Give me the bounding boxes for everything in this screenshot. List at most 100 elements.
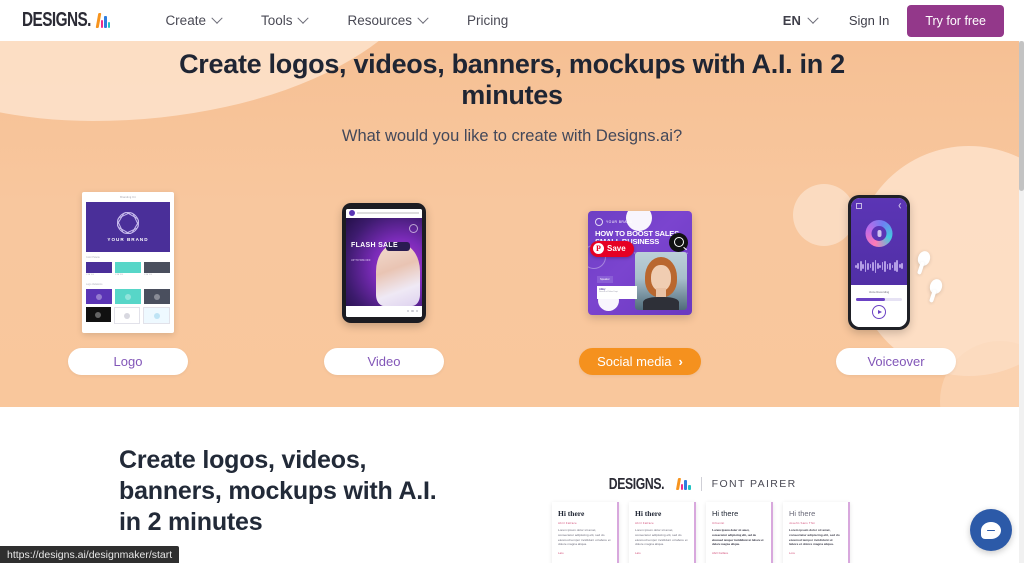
logo-variation xyxy=(144,289,170,304)
menu-icon xyxy=(856,202,862,209)
lower-section: Create logos, videos, banners, mockups w… xyxy=(0,407,1024,563)
font-pair-footer: Lora xyxy=(789,551,795,556)
post-brand-tag: YOUR BRAND xyxy=(595,217,633,226)
nav-item-pricing[interactable]: Pricing xyxy=(447,0,528,41)
font-pair-card[interactable]: Hi there Abril Fatface Lorem ipsum dolor… xyxy=(552,502,619,563)
primary-nav-links: Create Tools Resources Pricing xyxy=(145,0,528,41)
option-card-voiceover[interactable]: ❮ Voice Recording Voiceover xyxy=(768,190,1024,375)
font-name-label: Josefin Sans Thin xyxy=(789,521,816,525)
browser-status-bar: https://designs.ai/designmaker/start xyxy=(0,546,180,563)
language-label: EN xyxy=(782,13,801,28)
swatch-label: C M Y K xyxy=(115,274,124,276)
font-pairer-title: FONT PAIRER xyxy=(711,477,797,490)
pill-label: Social media xyxy=(597,354,672,369)
logo-variation xyxy=(143,307,171,324)
font-pairer-cards: Hi there Abril Fatface Lorem ipsum dolor… xyxy=(552,502,852,563)
chevron-down-icon xyxy=(297,12,310,24)
nav-item-resources[interactable]: Resources xyxy=(327,0,447,41)
share-icon: ❮ xyxy=(897,202,902,209)
pill-label: Video xyxy=(367,354,401,369)
font-name-label: Abril Fatface xyxy=(635,521,654,525)
nav-item-label: Tools xyxy=(260,13,293,28)
pill-button-social-media[interactable]: Social media › xyxy=(579,348,701,375)
smartphone-device-mockup: ❮ Voice Recording xyxy=(848,194,910,330)
pill-button-voiceover[interactable]: Voiceover xyxy=(836,348,956,375)
font-sample-body: Lorem ipsum dolor sit amet, consectetur … xyxy=(558,528,611,547)
chevron-right-icon: › xyxy=(678,354,683,369)
social-post-mockup: YOUR BRAND HOW TO BOOST SALES SMALL BUSI… xyxy=(588,210,692,315)
pill-button-logo[interactable]: Logo xyxy=(68,348,188,375)
font-sample-heading: Hi there xyxy=(712,509,739,518)
chat-widget-button[interactable] xyxy=(970,509,1012,551)
speaker-tag: Speaker xyxy=(597,275,613,283)
tablet-screen: FLASH SALE UP TO 50% OFF xyxy=(346,208,422,317)
logo-variation xyxy=(86,289,112,304)
chevron-down-icon xyxy=(417,12,429,24)
try-for-free-button[interactable]: Try for free xyxy=(907,4,1004,37)
sign-in-link[interactable]: Sign In xyxy=(831,13,907,28)
pill-button-video[interactable]: Video xyxy=(324,348,444,375)
swatch-label: C M Y K xyxy=(144,274,153,276)
font-pair-card[interactable]: Hi there Josefin Sans Thin Lorem ipsum d… xyxy=(783,502,850,563)
option-card-video[interactable]: FLASH SALE UP TO 50% OFF Video xyxy=(256,190,512,375)
dot-icon xyxy=(411,309,414,313)
brandsheet-caption: Branding Kit xyxy=(120,196,136,199)
brandsheet-swatch-row: C M Y K C M Y K C M Y K xyxy=(86,262,170,279)
language-selector[interactable]: EN xyxy=(769,12,831,28)
font-pair-card[interactable]: Hi there Abril Fatface Lorem ipsum dolor… xyxy=(629,502,696,563)
recorder-app-bottom: Voice Recording xyxy=(851,284,907,327)
nav-item-tools[interactable]: Tools xyxy=(241,0,328,41)
pinterest-icon: P xyxy=(593,243,604,254)
hero-section: Create logos, videos, banners, mockups w… xyxy=(0,41,1024,407)
brandsheet-variations-label: Logo Variations xyxy=(86,283,103,286)
speaker-title: Director of Sales Dept. xyxy=(599,290,619,293)
voiceover-mockup: ❮ Voice Recording xyxy=(836,193,956,333)
save-label: Save xyxy=(607,244,626,253)
pinterest-save-button[interactable]: P Save xyxy=(590,240,634,257)
logo-variation xyxy=(115,289,141,304)
logo-wordmark: DESIGNS. xyxy=(22,8,91,32)
brandsheet-hero: YOUR BRAND xyxy=(86,202,170,252)
mic-orb-icon xyxy=(865,219,893,247)
page-scrollbar-thumb[interactable] xyxy=(1019,41,1024,191)
earbud-icon xyxy=(927,277,945,295)
hero-subheading: What would you like to create with Desig… xyxy=(341,127,683,145)
playback-progress-bar[interactable] xyxy=(856,297,902,301)
visual-search-icon[interactable] xyxy=(669,232,688,252)
font-pair-footer: Lato xyxy=(558,551,564,556)
font-pair-card[interactable]: Hi there Urbanist Lorem ipsum dolor sit … xyxy=(706,502,773,563)
social-media-card-artwork: YOUR BRAND HOW TO BOOST SALES SMALL BUSI… xyxy=(512,190,768,335)
option-card-social-media[interactable]: YOUR BRAND HOW TO BOOST SALES SMALL BUSI… xyxy=(512,190,768,375)
hero-heading: Create logos, videos, banners, mockups w… xyxy=(179,49,845,111)
option-card-logo[interactable]: Branding Kit YOUR BRAND Color Palette C … xyxy=(0,190,256,375)
dot-icon xyxy=(406,309,410,313)
nav-item-create[interactable]: Create xyxy=(145,0,241,41)
font-sample-body: Lorem ipsum dolor sit amet, consectetur … xyxy=(712,528,764,547)
brandsheet-variation-row-2 xyxy=(86,307,171,324)
person-figure xyxy=(376,243,420,306)
divider xyxy=(700,476,702,491)
brand-mark-icon xyxy=(117,212,139,234)
tablet-device-mockup: FLASH SALE UP TO 50% OFF xyxy=(342,202,426,323)
ai-logo-icon xyxy=(95,13,111,28)
font-sample-heading: Hi there xyxy=(789,509,816,518)
video-title: FLASH SALE xyxy=(351,241,398,249)
recording-label: Voice Recording xyxy=(868,289,890,294)
post-header xyxy=(346,208,422,218)
pill-label: Logo xyxy=(113,354,143,369)
font-sample-body: Lorem ipsum dolor sit amet, consectetur … xyxy=(635,528,688,547)
logo-variation xyxy=(113,307,141,324)
font-name-label: Urbanist xyxy=(712,521,725,525)
status-bar-url: https://designs.ai/designmaker/start xyxy=(7,548,173,561)
nav-right-cluster: EN Sign In Try for free xyxy=(769,4,1004,37)
font-sample-heading: Hi there xyxy=(635,509,662,518)
brandsheet-brand-name: YOUR BRAND xyxy=(107,237,149,242)
speaker-block: Speaker Abby Director of Sales Dept. xyxy=(597,267,637,299)
brandsheet-palette-label: Color Palette xyxy=(86,256,100,259)
chevron-down-icon xyxy=(807,12,819,24)
site-logo[interactable]: DESIGNS. xyxy=(22,8,111,32)
avatar xyxy=(349,210,355,216)
logo-card-artwork: Branding Kit YOUR BRAND Color Palette C … xyxy=(0,190,256,335)
earbud-icon xyxy=(915,249,933,267)
play-button[interactable] xyxy=(872,304,886,319)
